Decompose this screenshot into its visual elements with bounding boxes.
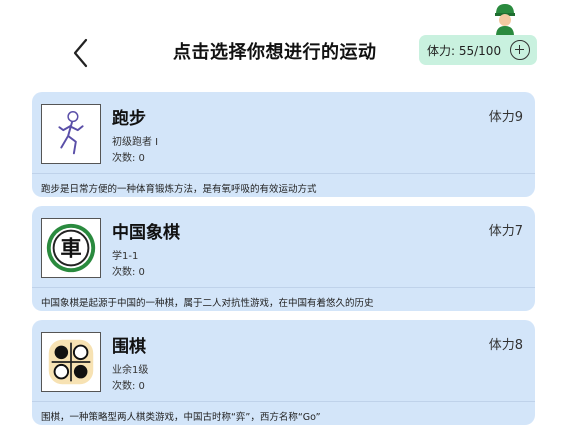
sport-card-chinese-chess[interactable]: 車 中国象棋 学1-1 次数: 0 体力7 中国象棋是起源于中国的一种棋，属于二… [32, 206, 535, 311]
page-title: 点击选择你想进行的运动 [173, 42, 377, 63]
stamina-cost: 体力7 [488, 224, 523, 239]
sport-level: 初级跑者 I [112, 137, 159, 148]
stamina-display: 体力: 55/100 [419, 35, 537, 65]
avatar[interactable] [490, 2, 520, 36]
stamina-value: 体力: 55/100 [427, 44, 502, 58]
stamina-cost: 体力9 [488, 110, 523, 125]
sport-count: 次数: 0 [112, 381, 145, 392]
chinese-chess-icon: 車 [41, 218, 101, 278]
add-stamina-button[interactable] [510, 40, 530, 60]
chinese-chess-char: 車 [60, 237, 81, 262]
sport-description: 围棋，一种策略型两人棋类游戏，中国古时称“弈”，西方名称“Go” [41, 412, 321, 423]
header: 点击选择你想进行的运动 体力: 55/100 [0, 0, 582, 90]
sport-count: 次数: 0 [112, 153, 145, 164]
divider [32, 173, 535, 174]
runner-icon [41, 104, 101, 164]
sport-description: 中国象棋是起源于中国的一种棋，属于二人对抗性游戏，在中国有着悠久的历史 [41, 298, 374, 309]
sport-level: 业余1级 [112, 365, 149, 376]
avatar-icon [495, 4, 515, 36]
back-button[interactable] [66, 36, 98, 70]
sport-card-running[interactable]: 跑步 初级跑者 I 次数: 0 体力9 跑步是日常方便的一种体育锻炼方法，是有氧… [32, 92, 535, 197]
sport-name: 中国象棋 [112, 223, 180, 243]
go-icon [41, 332, 101, 392]
sport-level: 学1-1 [112, 251, 139, 262]
sport-count: 次数: 0 [112, 267, 145, 278]
sport-description: 跑步是日常方便的一种体育锻炼方法，是有氧呼吸的有效运动方式 [41, 184, 317, 195]
sport-card-go[interactable]: 围棋 业余1级 次数: 0 体力8 围棋，一种策略型两人棋类游戏，中国古时称“弈… [32, 320, 535, 425]
divider [32, 287, 535, 288]
sport-name: 跑步 [112, 109, 146, 129]
sport-name: 围棋 [112, 337, 146, 357]
stamina-cost: 体力8 [488, 338, 523, 353]
chevron-left-icon [73, 38, 88, 68]
divider [32, 401, 535, 402]
